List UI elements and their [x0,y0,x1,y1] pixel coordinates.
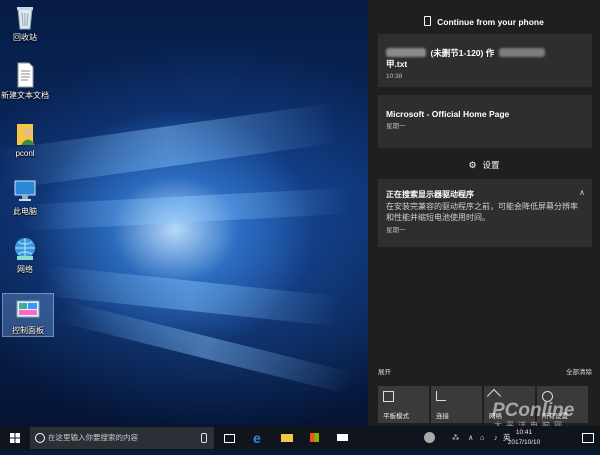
wallpaper-light-beam [0,102,340,190]
desktop-icon-label: 控制面板 [12,326,44,335]
connect-icon [436,391,446,401]
people-button[interactable] [416,426,442,450]
taskbar: 在这里输入你要搜索的内容 e ⁂ ∧ ⌂ ♪ 英 10:41 2017/10/1… [0,426,600,450]
phone-card-txt-file[interactable]: (未删节1-120) 作 甲.txt 10:38 [378,34,592,87]
taskbar-search-box[interactable]: 在这里输入你要搜索的内容 [30,427,214,449]
gear-icon: ⚙ [468,160,477,170]
avatar-icon [424,432,435,443]
desktop-icon-recycle-bin[interactable]: 回收站 [0,4,50,43]
desktop-icon-label: 回收站 [13,33,37,42]
settings-label: 设置 [482,160,500,170]
network-icon [11,236,39,262]
edge-icon: e [253,430,261,446]
card-title-line1: (未删节1-120) 作 [430,48,495,58]
tray-people-icon[interactable]: ⁂ [452,426,460,450]
desktop-icon-network[interactable]: 网络 [0,236,50,275]
taskbar-mail[interactable] [330,426,356,450]
taskbar-file-explorer[interactable] [274,426,300,450]
taskbar-store[interactable] [302,426,328,450]
phone-icon [424,16,432,26]
desktop-icon-this-pc[interactable]: 此电脑 [0,178,50,217]
card-time: 星期一 [386,123,406,130]
desktop-icon-text-document[interactable]: 新建文本文档 [0,62,50,101]
settings-header[interactable]: ⚙ 设置 [368,156,600,174]
pconline-watermark: PConline 太平洋电脑网 [488,386,600,430]
chevron-up-icon[interactable]: ∧ [579,188,585,197]
store-icon [310,433,319,442]
action-center-panel: Continue from your phone (未删节1-120) 作 甲.… [368,0,600,426]
phone-card-microsoft-page[interactable]: Microsoft - Official Home Page 星期一 [378,95,592,148]
notification-time: 星期一 [386,227,406,234]
redacted-block [498,48,545,57]
taskbar-clock[interactable]: 10:41 2017/10/10 [498,428,550,448]
desktop-icon-label: 此电脑 [13,207,37,216]
quick-action-label: 连接 [436,413,449,420]
card-title-line2: 甲.txt [386,59,408,69]
taskbar-edge[interactable]: e [246,426,272,450]
cortana-icon [35,433,45,443]
continue-from-phone-header: Continue from your phone [368,12,600,32]
card-title: Microsoft - Official Home Page [386,109,510,119]
quick-action-connect[interactable]: 连接 [431,386,482,423]
recycle-bin-icon [11,4,39,30]
notification-card-display-driver[interactable]: 正在搜索显示器驱动程序 在安装完兼容的驱动程序之前，可能会降低屏幕分辨率和性能并… [378,179,592,247]
desktop-icon-label: 网络 [17,265,33,274]
desktop-icon-control-panel[interactable]: 控制面板 [2,293,54,337]
task-view-icon [224,434,235,443]
control-panel-icon [14,297,42,323]
tray-network-icon[interactable]: ⌂ [480,426,485,450]
computer-icon [11,178,39,204]
action-center-button[interactable] [574,426,600,450]
quick-action-tablet-mode[interactable]: 平板模式 [378,386,429,423]
desktop-icon-label: 新建文本文档 [1,91,49,100]
clock-time: 10:41 [515,429,533,436]
quick-action-label: 平板模式 [383,413,409,420]
clear-all-link[interactable]: 全部清除 [566,366,592,376]
windows-logo-icon [10,433,20,443]
search-placeholder: 在这里输入你要搜索的内容 [48,433,138,442]
text-document-icon [11,62,39,88]
notification-body: 在安装完兼容的驱动程序之前，可能会降低屏幕分辨率和性能并缩短电池使用时间。 [386,202,578,222]
start-button[interactable] [0,426,30,450]
expand-link[interactable]: 展开 [378,366,391,376]
watermark-brand: PConline [492,400,575,421]
notification-icon [582,433,594,443]
clock-date: 2017/10/10 [507,439,541,446]
tray-overflow-chevron-icon[interactable]: ∧ [468,426,474,450]
desktop-icon-label: pconl [15,149,35,158]
redacted-block [386,48,426,57]
desktop-icon-user-folder[interactable]: pconl [0,120,50,159]
wallpaper-light-beam [19,187,351,231]
card-time: 10:38 [386,73,403,80]
folder-icon [281,434,293,442]
card-title-row: (未删节1-120) 作 [386,43,586,61]
task-view-button[interactable] [216,426,242,450]
mail-icon [337,434,348,441]
user-folder-icon [11,120,39,146]
continue-header-text: Continue from your phone [437,17,544,27]
notification-title: 正在搜索显示器驱动程序 [386,190,474,199]
tablet-mode-icon [383,391,394,402]
microphone-icon [201,433,207,443]
